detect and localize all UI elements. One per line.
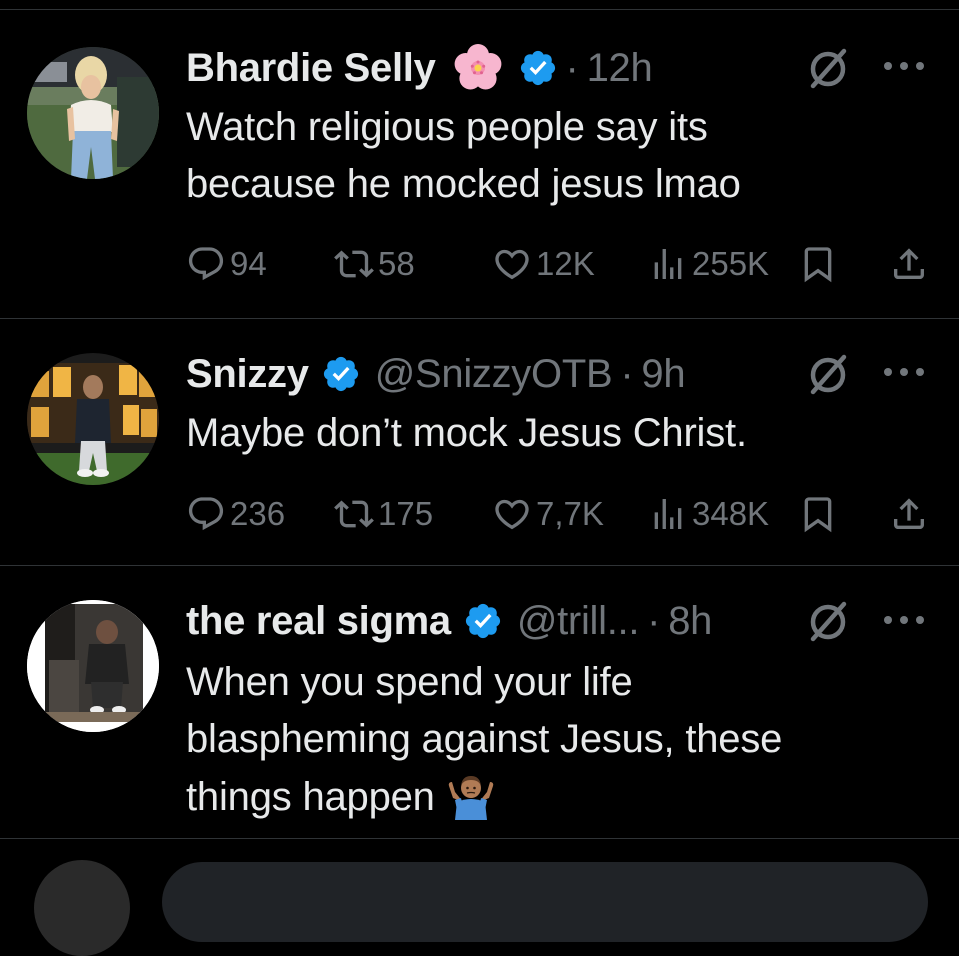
heart-icon xyxy=(495,249,529,280)
tweet-actions: 94 58 12K 255K xyxy=(186,240,931,288)
author-name[interactable]: Bhardie Selly xyxy=(186,44,436,92)
tweet-text: Watch religious people say its because h… xyxy=(186,99,906,213)
heart-icon xyxy=(495,499,529,530)
repost-icon xyxy=(334,250,374,278)
divider xyxy=(0,838,959,839)
verified-badge-icon[interactable] xyxy=(321,354,361,394)
tweet-text-line: blaspheming against Jesus, these xyxy=(186,717,783,761)
views-button[interactable]: 348K xyxy=(648,490,769,538)
timestamp[interactable]: 8h xyxy=(668,597,712,645)
grok-icon[interactable] xyxy=(806,47,850,91)
reply-button[interactable]: 236 xyxy=(186,490,285,538)
tweet-actions: 236 175 7,7K 348K xyxy=(186,490,931,538)
tweet-text-line: Maybe don’t mock Jesus Christ. xyxy=(186,411,747,455)
verified-badge-icon[interactable] xyxy=(518,48,558,88)
tweet-text-line: because he mocked jesus lmao xyxy=(186,162,741,206)
tweet[interactable]: Bhardie Selly · 12h Watch religious peop… xyxy=(0,0,959,318)
reply-count: 236 xyxy=(230,495,286,532)
author-handle[interactable]: @trill... xyxy=(517,597,640,645)
timestamp[interactable]: 12h xyxy=(587,44,653,92)
more-options-icon[interactable] xyxy=(880,610,928,630)
person-shrugging-icon xyxy=(445,768,497,820)
reply-icon xyxy=(188,497,224,531)
share-icon xyxy=(894,248,924,279)
cherry-blossom-icon xyxy=(450,40,506,96)
view-count: 255K xyxy=(692,245,770,282)
more-options-icon[interactable] xyxy=(880,362,928,382)
tweet-text-line: Watch religious people say its xyxy=(186,105,708,149)
tweet-header: Bhardie Selly · 12h xyxy=(186,44,653,92)
verified-badge-icon[interactable] xyxy=(463,601,503,641)
view-count: 348K xyxy=(692,495,770,532)
more-options-icon[interactable] xyxy=(880,56,928,76)
tweet-header: Snizzy @SnizzyOTB · 9h xyxy=(186,350,686,398)
reply-button[interactable]: 94 xyxy=(186,240,267,288)
views-icon xyxy=(654,499,682,529)
avatar[interactable] xyxy=(27,600,159,732)
bookmark-icon xyxy=(804,247,832,283)
tweet-text: When you spend your life blaspheming aga… xyxy=(186,654,906,826)
reply-count: 94 xyxy=(230,245,267,282)
tweet-text-line: things happen xyxy=(186,768,906,826)
separator-dot: · xyxy=(620,352,634,396)
bookmark-button[interactable] xyxy=(798,490,838,538)
author-name[interactable]: Snizzy xyxy=(186,350,309,398)
views-icon xyxy=(654,249,682,279)
author-handle[interactable]: @SnizzyOTB xyxy=(375,350,613,398)
author-name[interactable]: the real sigma xyxy=(186,597,451,645)
bookmark-icon xyxy=(804,497,832,533)
like-button[interactable]: 7,7K xyxy=(492,490,604,538)
repost-icon xyxy=(334,500,374,528)
tweet-text-line-content: things happen xyxy=(186,775,435,819)
avatar[interactable] xyxy=(27,47,159,179)
tweet[interactable]: Snizzy @SnizzyOTB · 9h Maybe don’t mock … xyxy=(0,319,959,565)
repost-count: 58 xyxy=(378,245,415,282)
share-button[interactable] xyxy=(889,240,929,288)
grok-icon[interactable] xyxy=(806,600,850,644)
grok-icon[interactable] xyxy=(806,353,850,397)
separator-dot: · xyxy=(565,46,579,90)
tweet[interactable]: the real sigma @trill... · 8h When you s… xyxy=(0,566,959,838)
avatar[interactable] xyxy=(27,353,159,485)
share-button[interactable] xyxy=(889,490,929,538)
reply-icon xyxy=(188,247,224,281)
tweet-header: the real sigma @trill... · 8h xyxy=(186,597,712,645)
like-button[interactable]: 12K xyxy=(492,240,595,288)
tweet-text: Maybe don’t mock Jesus Christ. xyxy=(186,405,906,462)
repost-button[interactable]: 175 xyxy=(334,490,433,538)
like-count: 7,7K xyxy=(536,495,604,532)
bookmark-button[interactable] xyxy=(798,240,838,288)
avatar[interactable] xyxy=(34,860,130,956)
tweet-text-line: When you spend your life xyxy=(186,660,633,704)
repost-count: 175 xyxy=(378,495,434,532)
separator-dot: · xyxy=(647,599,661,643)
timestamp[interactable]: 9h xyxy=(641,350,685,398)
reply-input-pill[interactable] xyxy=(162,862,928,942)
share-icon xyxy=(894,498,924,529)
views-button[interactable]: 255K xyxy=(648,240,769,288)
like-count: 12K xyxy=(536,245,595,282)
repost-button[interactable]: 58 xyxy=(334,240,415,288)
